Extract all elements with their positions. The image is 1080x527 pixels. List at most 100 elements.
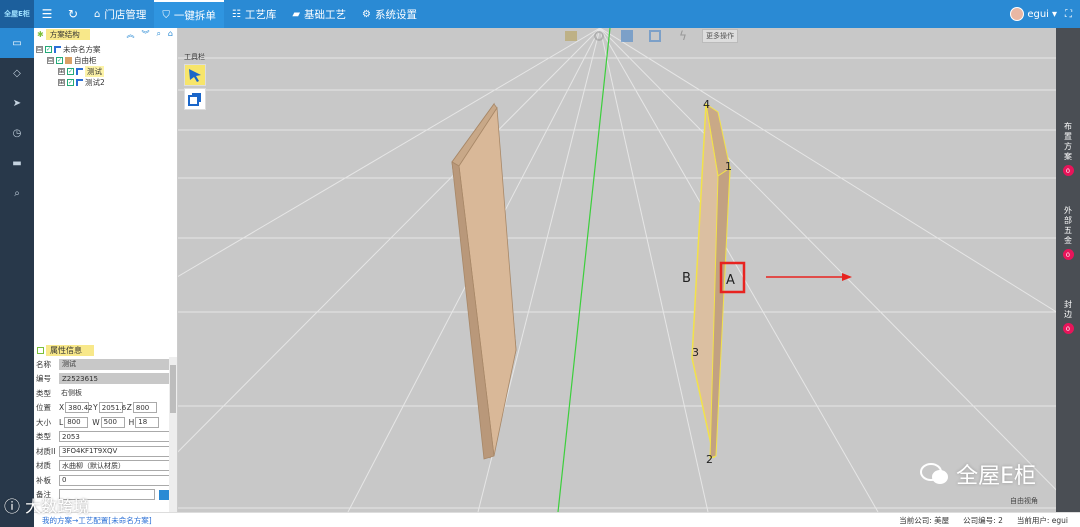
scrollbar-thumb[interactable] [170, 365, 176, 413]
copy-icon [188, 93, 201, 106]
tree-node-root[interactable]: ⊟ ✓ 未命名方案 [36, 44, 175, 55]
name-field[interactable]: 测试 [59, 358, 170, 370]
rail-monitor-icon[interactable]: ▭ [0, 28, 34, 58]
checkbox[interactable]: ✓ [56, 57, 63, 64]
nav-basic-craft[interactable]: ▰ 基础工艺 [284, 0, 354, 28]
rail-item-edge-banding[interactable]: 封边 0 [1056, 300, 1080, 334]
vertex-label-1: 1 [725, 160, 732, 173]
panel-icon [37, 346, 44, 354]
target-icon[interactable] [590, 28, 608, 44]
size-h-field[interactable]: 18 [135, 416, 160, 428]
brand-watermark: 全屋E柜 [920, 458, 1036, 490]
nav-craft-library[interactable]: ☷ 工艺库 [224, 0, 284, 28]
rail-search-icon[interactable]: ⌕ [0, 178, 34, 208]
nav-label: 系统设置 [375, 8, 417, 21]
fullscreen-icon[interactable]: ⛶ [1065, 9, 1072, 20]
position-y-field[interactable]: 2051.6 [98, 402, 126, 414]
home-outline-icon: ⌂ [94, 8, 101, 20]
fit-view-icon[interactable] [646, 28, 664, 44]
value: 2 [998, 515, 1003, 525]
label: 材质 [36, 461, 51, 471]
copy-icon[interactable] [618, 28, 636, 44]
company-number-status: 公司编号: 2 [963, 515, 1003, 526]
value: egui [1051, 515, 1068, 525]
home-icon[interactable]: ⌂ [168, 29, 173, 40]
kind-field[interactable]: 2053 [59, 431, 170, 443]
position-x-field[interactable]: 380.42 [65, 402, 93, 414]
board-right-selected[interactable] [691, 102, 731, 459]
rail-clock-icon[interactable]: ◷ [0, 118, 34, 148]
label: W [92, 417, 100, 427]
collapse-toggle[interactable]: ⊟ [36, 46, 43, 53]
tree-label: 未命名方案 [63, 45, 101, 54]
code-field: Z2523615 [59, 373, 170, 385]
material-id-field[interactable]: 3FO4KF1T9XQV [59, 445, 170, 457]
checkbox[interactable]: ✓ [67, 79, 74, 86]
scheme-icon [54, 46, 61, 53]
type-value: 右侧板 [59, 387, 170, 399]
label: 类型 [36, 432, 51, 442]
expand-all-icon[interactable]: ︽ [126, 29, 134, 40]
size-l-field[interactable]: 800 [64, 416, 89, 428]
scrollbar[interactable] [169, 357, 177, 512]
scheme-panel: ✱ 方案结构 ︽ ︾ ⌕ ⌂ ⊟ ✓ 未命名方案 ⊟ ✓ 自由柜 ⊞ ✓ 测试 [34, 28, 178, 512]
rail-item-external-hardware[interactable]: 外部五金 0 [1056, 206, 1080, 260]
label: 名称 [36, 359, 51, 369]
checkbox[interactable]: ✓ [45, 46, 52, 53]
expand-toggle[interactable]: ⊞ [58, 68, 65, 75]
collapse-all-icon[interactable]: ︾ [141, 29, 149, 40]
copy-tool-button[interactable] [184, 88, 206, 110]
label: 编号 [36, 374, 51, 384]
rail-diamond-icon[interactable]: ◇ [0, 58, 34, 88]
nav-label: 一键拆单 [173, 9, 216, 22]
rail-label: 布置方案 [1064, 122, 1072, 161]
rail-item-layout-scheme[interactable]: 布置方案 0 [1056, 122, 1080, 176]
material-field[interactable]: 水曲柳（默认材质） [59, 460, 170, 472]
nav-system-settings[interactable]: ⚙ 系统设置 [354, 0, 425, 28]
watermark-logo-icon: ⓘ [4, 497, 21, 516]
nav-one-click-split[interactable]: ⛉ 一键拆单 [154, 0, 224, 28]
nav-label: 工艺库 [244, 8, 277, 21]
user-menu[interactable]: egui ▾ [1010, 7, 1057, 21]
tree-title: 方案结构 [45, 28, 90, 40]
checkbox[interactable]: ✓ [67, 68, 74, 75]
view-mode-label[interactable]: 自由视角 [1010, 496, 1038, 506]
label: 补板 [36, 475, 51, 485]
watermark-text: 全屋E柜 [956, 464, 1036, 489]
nav-store-management[interactable]: ⌂ 门店管理 [86, 0, 154, 28]
status-bar: 我的方案→工艺配置[未命名方案] 当前公司: 美屋 公司编号: 2 当前用户: … [34, 512, 1080, 527]
rail-label: 封边 [1064, 300, 1072, 319]
rail-trash-icon[interactable]: ▬ [0, 148, 34, 178]
shield-check-icon: ⛉ [162, 9, 170, 21]
watermark-text: 大数跨境 [25, 497, 90, 516]
tree-node-test[interactable]: ⊞ ✓ 测试 [36, 66, 175, 77]
label: Y [93, 403, 98, 413]
rail-send-icon[interactable]: ➤ [0, 88, 34, 118]
wechat-icon [920, 463, 949, 484]
red-arrow-icon [766, 273, 852, 281]
expand-toggle[interactable]: ⊞ [58, 79, 65, 86]
menu-icon[interactable]: ☰ [34, 7, 60, 21]
position-z-field[interactable]: 800 [132, 402, 157, 414]
gear-icon: ⚙ [362, 8, 371, 20]
tree-node-test2[interactable]: ⊞ ✓ 测试2 [36, 77, 175, 88]
patch-field[interactable]: 0 [59, 474, 170, 486]
label: 大小 [36, 417, 51, 427]
refresh-icon[interactable]: ↻ [60, 7, 86, 21]
avatar [1010, 7, 1025, 21]
more-actions-dropdown[interactable]: 更多操作 [702, 29, 738, 43]
vertex-label-4: 4 [703, 98, 710, 111]
vertex-label-3: 3 [692, 346, 699, 359]
3d-viewport[interactable]: 4 1 3 2 B A 工具栏 ϟ 更多操作 全屋E柜 自由视角 [178, 28, 1056, 512]
select-tool-button[interactable] [184, 64, 206, 86]
size-w-field[interactable]: 500 [100, 416, 125, 428]
lightning-icon[interactable]: ϟ [674, 28, 692, 44]
search-icon[interactable]: ⌕ [156, 29, 160, 40]
face-label-b: B [682, 271, 691, 286]
label: 公司编号: [963, 515, 996, 525]
properties-form: 名称 测试 编号 Z2523615 类型 右侧板 位置 X 380.42 Y 2051.6… [34, 357, 170, 502]
tree-node-cabinet[interactable]: ⊟ ✓ 自由柜 [36, 55, 175, 66]
collapse-toggle[interactable]: ⊟ [47, 57, 54, 64]
material-icon[interactable] [562, 28, 580, 44]
y-axis-line [557, 28, 611, 512]
